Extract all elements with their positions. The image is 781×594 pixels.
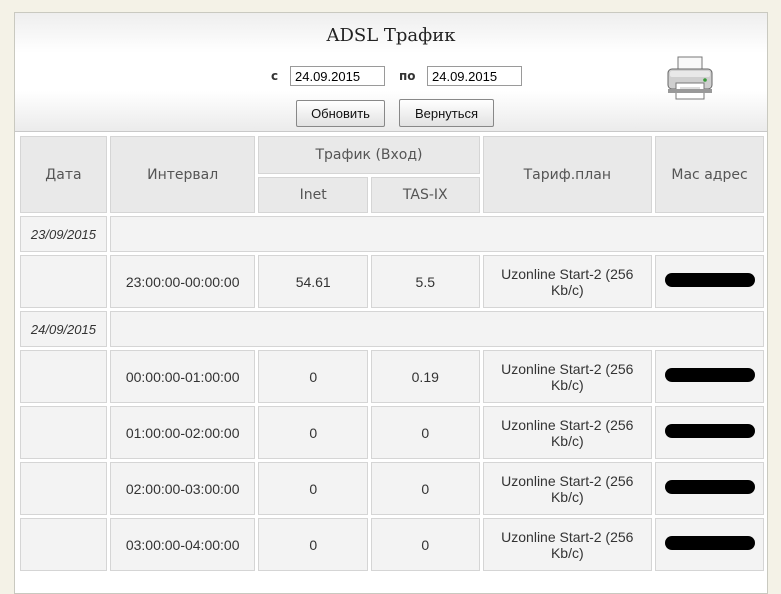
tasix-cell: 0	[371, 406, 480, 459]
tariff-cell: Uzonline Start-2 (256 Kb/c)	[482, 518, 653, 571]
table-row: 00:00:00-01:00:00 0 0.19 Uzonline Start-…	[20, 350, 764, 403]
interval-cell: 23:00:00-00:00:00	[109, 255, 256, 308]
tariff-cell: Uzonline Start-2 (256 Kb/c)	[482, 255, 653, 308]
group-filler	[109, 311, 764, 347]
mac-redaction	[664, 273, 755, 287]
mac-redaction	[664, 480, 755, 494]
date-cell	[20, 518, 107, 571]
date-cell	[20, 350, 107, 403]
mac-redaction	[664, 368, 755, 382]
interval-cell: 03:00:00-04:00:00	[109, 518, 256, 571]
tariff-cell: Uzonline Start-2 (256 Kb/c)	[482, 406, 653, 459]
column-header-traffic: Трафик (Вход)	[258, 136, 480, 174]
table-row: 03:00:00-04:00:00 0 0 Uzonline Start-2 (…	[20, 518, 764, 571]
column-header-mac: Mac адрес	[655, 136, 764, 213]
column-header-date: Дата	[20, 136, 107, 213]
table-row: 02:00:00-03:00:00 0 0 Uzonline Start-2 (…	[20, 462, 764, 515]
to-date-input[interactable]	[427, 66, 522, 86]
printer-icon[interactable]	[665, 55, 717, 101]
inet-cell: 0	[258, 462, 368, 515]
refresh-button[interactable]: Обновить	[296, 100, 385, 127]
mac-redaction	[664, 424, 755, 438]
tariff-cell: Uzonline Start-2 (256 Kb/c)	[482, 350, 653, 403]
group-date: 23/09/2015	[20, 216, 107, 252]
inet-cell: 54.61	[258, 255, 368, 308]
date-group-row: 23/09/2015	[20, 216, 764, 252]
column-header-interval: Интервал	[109, 136, 256, 213]
date-cell	[20, 462, 107, 515]
table-row: 01:00:00-02:00:00 0 0 Uzonline Start-2 (…	[20, 406, 764, 459]
date-cell	[20, 406, 107, 459]
tasix-cell: 5.5	[371, 255, 480, 308]
back-button[interactable]: Вернуться	[399, 99, 494, 127]
mac-redaction	[664, 536, 755, 550]
inet-cell: 0	[258, 518, 368, 571]
from-label: с	[271, 69, 279, 83]
tariff-cell: Uzonline Start-2 (256 Kb/c)	[482, 462, 653, 515]
traffic-table: Дата Интервал Трафик (Вход) Тариф.план M…	[17, 133, 767, 574]
tasix-cell: 0.19	[371, 350, 480, 403]
tasix-cell: 0	[371, 462, 480, 515]
page-title: ADSL Трафик	[326, 25, 456, 46]
mac-cell	[655, 518, 764, 571]
interval-cell: 00:00:00-01:00:00	[109, 350, 256, 403]
column-header-tariff: Тариф.план	[482, 136, 653, 213]
inet-cell: 0	[258, 406, 368, 459]
from-date-input[interactable]	[290, 66, 385, 86]
table-row: 23:00:00-00:00:00 54.61 5.5 Uzonline Sta…	[20, 255, 764, 308]
interval-cell: 02:00:00-03:00:00	[109, 462, 256, 515]
mac-cell	[655, 255, 764, 308]
mac-cell	[655, 406, 764, 459]
interval-cell: 01:00:00-02:00:00	[109, 406, 256, 459]
column-header-inet: Inet	[258, 177, 368, 213]
group-date: 24/09/2015	[20, 311, 107, 347]
tasix-cell: 0	[371, 518, 480, 571]
to-label: по	[399, 69, 416, 83]
inet-cell: 0	[258, 350, 368, 403]
mac-cell	[655, 350, 764, 403]
report-frame: ADSL Трафик с по Обновить Вернуться Дата…	[14, 12, 768, 594]
date-cell	[20, 255, 107, 308]
group-filler	[109, 216, 764, 252]
mac-cell	[655, 462, 764, 515]
column-header-tasix: TAS-IX	[371, 177, 480, 213]
report-header: ADSL Трафик с по Обновить Вернуться	[15, 13, 767, 132]
date-group-row: 24/09/2015	[20, 311, 764, 347]
